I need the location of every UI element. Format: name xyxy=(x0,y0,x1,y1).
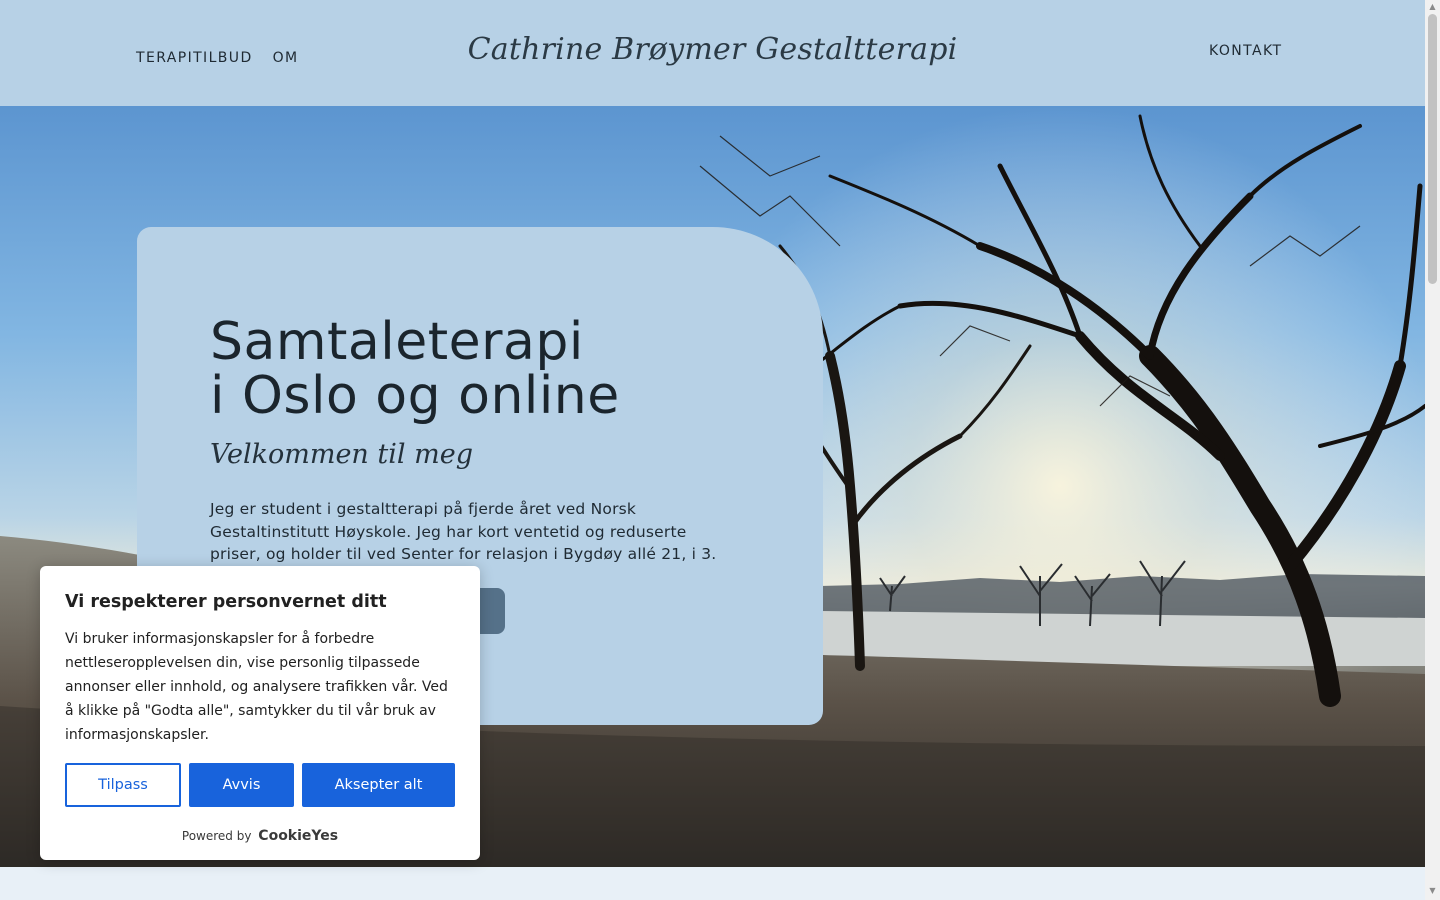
nav-item-kontakt[interactable]: KONTAKT xyxy=(1209,43,1282,59)
hero-title-line-2: i Oslo og online xyxy=(210,366,620,426)
cookieyes-logo[interactable]: CookieYes xyxy=(258,828,338,844)
cookie-consent-banner: Vi respekterer personvernet ditt Vi bruk… xyxy=(40,566,480,860)
page-scrollbar[interactable]: ▲ ▼ xyxy=(1425,0,1440,900)
cookie-title: Vi respekterer personvernet ditt xyxy=(65,592,387,612)
cookie-description: Vi bruker informasjonskapsler for å forb… xyxy=(65,631,448,743)
cookie-accept-button[interactable]: Aksepter alt xyxy=(302,763,455,807)
hero-subtitle: Velkommen til meg xyxy=(210,439,473,470)
hero-title-line-1: Samtaleterapi xyxy=(210,312,584,372)
scrollbar-thumb[interactable] xyxy=(1428,14,1437,284)
site-header: TERAPITILBUD OM Cathrine Brøymer Gestalt… xyxy=(0,0,1425,106)
scroll-up-arrow-icon[interactable]: ▲ xyxy=(1428,2,1437,12)
cookie-customize-button[interactable]: Tilpass xyxy=(65,763,181,807)
cookie-powered-by: Powered by CookieYes xyxy=(40,828,480,844)
scroll-down-arrow-icon[interactable]: ▼ xyxy=(1428,886,1437,896)
hero-title: Samtaleterapi i Oslo og online xyxy=(210,315,620,423)
cookie-reject-button[interactable]: Avvis xyxy=(189,763,294,807)
powered-by-label: Powered by xyxy=(181,829,252,843)
